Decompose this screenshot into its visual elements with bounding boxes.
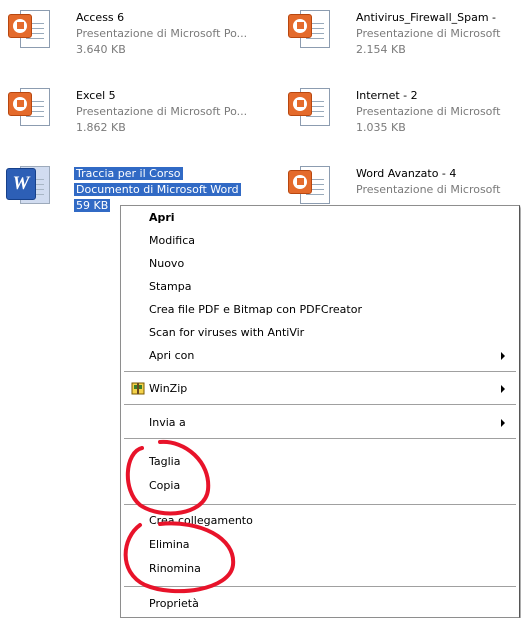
file-type: Documento di Microsoft Word: [74, 183, 241, 196]
menu-item-stampa[interactable]: Stampa: [121, 276, 517, 298]
powerpoint-file-icon: [286, 86, 332, 134]
word-file-icon: W: [6, 164, 52, 212]
menu-item-apri[interactable]: Apri: [121, 207, 517, 229]
file-size: 59 KB: [74, 199, 111, 212]
menu-item-label: Nuovo: [149, 257, 185, 270]
file-name: Traccia per il Corso: [74, 167, 183, 180]
menu-item-winzip[interactable]: WinZip: [121, 378, 517, 400]
file-item-excel[interactable]: Excel 5 Presentazione di Microsoft Po...…: [6, 86, 276, 148]
menu-item-nuovo[interactable]: Nuovo: [121, 253, 517, 275]
menu-item-pdfcreator[interactable]: Crea file PDF e Bitmap con PDFCreator: [121, 299, 517, 321]
file-size: 1.035 KB: [356, 121, 406, 134]
menu-item-invia-a[interactable]: Invia a: [121, 412, 517, 434]
menu-item-label: Scan for viruses with AntiVir: [149, 326, 305, 339]
powerpoint-file-icon: [286, 8, 332, 56]
menu-separator: [124, 438, 516, 439]
menu-item-elimina[interactable]: Elimina: [121, 534, 517, 556]
submenu-arrow-icon: [501, 419, 505, 427]
menu-item-label: Apri con: [149, 349, 195, 362]
menu-item-taglia[interactable]: Taglia: [121, 451, 517, 473]
file-type: Presentazione di Microsoft: [356, 183, 501, 196]
menu-item-label: Stampa: [149, 280, 192, 293]
menu-item-rinomina[interactable]: Rinomina: [121, 558, 517, 580]
menu-item-label: Elimina: [149, 538, 190, 551]
submenu-arrow-icon: [501, 385, 505, 393]
file-name: Access 6: [76, 11, 125, 24]
file-item-access[interactable]: Access 6 Presentazione di Microsoft Po..…: [6, 8, 276, 70]
file-type: Presentazione di Microsoft Po...: [76, 105, 248, 118]
menu-separator: [124, 504, 516, 505]
menu-item-modifica[interactable]: Modifica: [121, 230, 517, 252]
file-name: Word Avanzato - 4: [356, 167, 457, 180]
file-size: 2.154 KB: [356, 43, 406, 56]
menu-item-apri-con[interactable]: Apri con: [121, 345, 517, 367]
menu-item-label: WinZip: [149, 382, 188, 395]
menu-separator: [124, 404, 516, 405]
menu-item-label: Invia a: [149, 416, 186, 429]
menu-item-label: Rinomina: [149, 562, 201, 575]
menu-separator: [124, 371, 516, 372]
menu-item-antivir[interactable]: Scan for viruses with AntiVir: [121, 322, 517, 344]
menu-item-crea-collegamento[interactable]: Crea collegamento: [121, 510, 517, 532]
file-name: Internet - 2: [356, 89, 418, 102]
powerpoint-file-icon: [6, 8, 52, 56]
menu-item-label: Taglia: [149, 455, 181, 468]
file-name: Antivirus_Firewall_Spam -: [356, 11, 497, 24]
menu-separator: [124, 586, 516, 587]
file-item-antivirus[interactable]: Antivirus_Firewall_Spam - Presentazione …: [286, 8, 521, 70]
menu-item-copia[interactable]: Copia: [121, 475, 517, 497]
menu-item-proprieta[interactable]: Proprietà: [121, 593, 517, 615]
menu-item-label: Apri: [149, 211, 175, 224]
menu-item-label: Modifica: [149, 234, 195, 247]
menu-item-label: Crea file PDF e Bitmap con PDFCreator: [149, 303, 362, 316]
file-name: Excel 5: [76, 89, 116, 102]
file-type: Presentazione di Microsoft Po...: [76, 27, 248, 40]
file-size: 1.862 KB: [76, 121, 126, 134]
file-item-internet[interactable]: Internet - 2 Presentazione di Microsoft …: [286, 86, 521, 148]
menu-item-label: Proprietà: [149, 597, 199, 610]
file-size: 3.640 KB: [76, 43, 126, 56]
menu-item-label: Copia: [149, 479, 181, 492]
winzip-icon: [131, 382, 145, 395]
file-type: Presentazione di Microsoft: [356, 27, 501, 40]
powerpoint-file-icon: [6, 86, 52, 134]
submenu-arrow-icon: [501, 352, 505, 360]
context-menu: Apri Modifica Nuovo Stampa Crea file PDF…: [120, 205, 520, 618]
menu-item-label: Crea collegamento: [149, 514, 253, 527]
file-type: Presentazione di Microsoft: [356, 105, 501, 118]
